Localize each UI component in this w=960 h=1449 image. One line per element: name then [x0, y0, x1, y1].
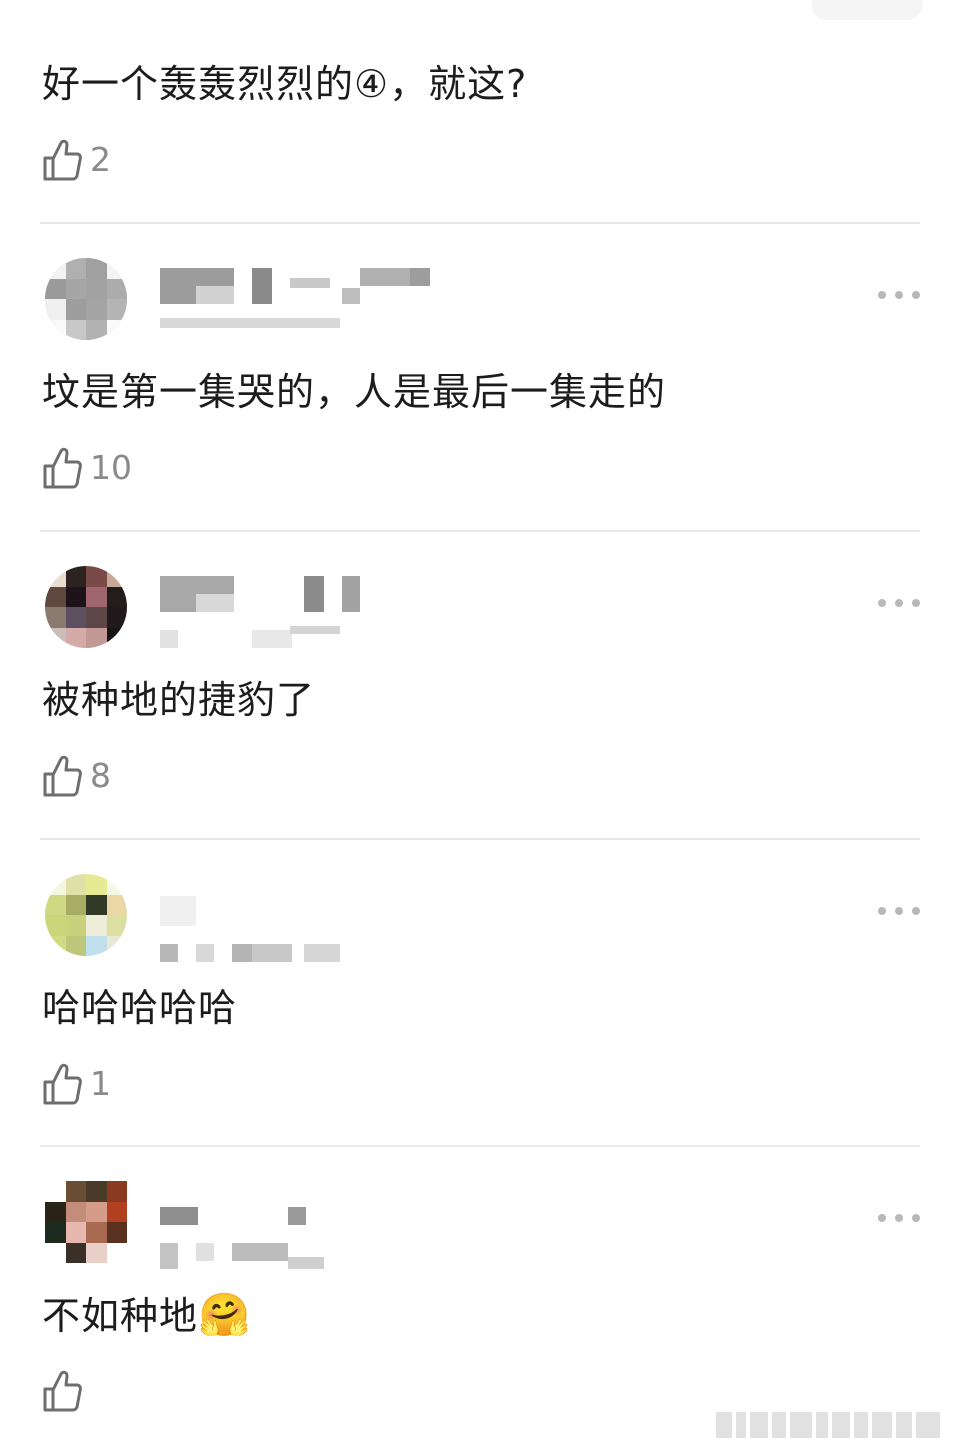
comment-header: [0, 874, 960, 964]
comment-text: 好一个轰轰烈烈的④，就这?: [42, 62, 528, 106]
username-blurred[interactable]: [160, 576, 450, 648]
avatar[interactable]: [45, 874, 127, 956]
like-count: 8: [90, 756, 111, 795]
avatar[interactable]: [45, 566, 127, 648]
divider: [40, 1145, 920, 1147]
like-count: 2: [90, 140, 111, 179]
divider: [40, 530, 920, 532]
avatar[interactable]: [45, 1181, 127, 1263]
like-button[interactable]: 10: [42, 446, 132, 490]
divider: [40, 222, 920, 224]
thumbs-up-icon: [43, 1370, 82, 1412]
watermark: [716, 1412, 956, 1438]
comment-header: [0, 1181, 960, 1271]
top-action-pill[interactable]: [812, 0, 922, 20]
comment-header: [0, 258, 960, 348]
comment-text: 坟是第一集哭的，人是最后一集走的: [42, 370, 667, 414]
username-blurred[interactable]: [160, 268, 450, 338]
like-count: 1: [90, 1064, 111, 1103]
thumbs-up-icon: [43, 139, 82, 181]
comment-text: 哈哈哈哈哈: [42, 986, 238, 1030]
thumbs-up-icon: [43, 1063, 82, 1105]
like-button[interactable]: [42, 1369, 90, 1413]
username-blurred[interactable]: [160, 1191, 450, 1269]
thumbs-up-icon: [43, 755, 82, 797]
thumbs-up-icon: [43, 447, 82, 489]
more-dots-icon[interactable]: [878, 288, 920, 302]
like-count: 10: [90, 448, 132, 487]
divider: [40, 838, 920, 840]
more-dots-icon[interactable]: [878, 596, 920, 610]
like-button[interactable]: 8: [42, 754, 111, 798]
comment-text-value: 不如种地: [42, 1294, 199, 1338]
like-button[interactable]: 1: [42, 1062, 111, 1106]
more-dots-icon[interactable]: [878, 904, 920, 918]
like-button[interactable]: 2: [42, 138, 111, 182]
username-blurred[interactable]: [160, 884, 450, 962]
avatar[interactable]: [45, 258, 127, 340]
hugging-face-emoji: 🤗: [198, 1290, 252, 1339]
more-dots-icon[interactable]: [878, 1211, 920, 1225]
comment-text: 被种地的捷豹了: [42, 678, 316, 722]
comment-text: 不如种地🤗: [42, 1291, 251, 1340]
comment-header: [0, 566, 960, 656]
